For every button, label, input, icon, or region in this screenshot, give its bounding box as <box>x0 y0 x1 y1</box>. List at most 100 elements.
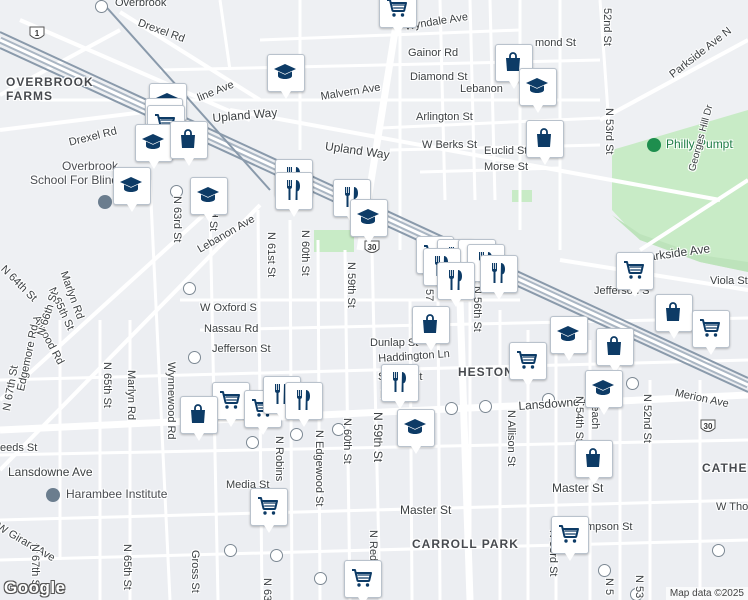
street-label: N 61st St <box>265 232 277 278</box>
transit-stop-icon[interactable] <box>270 549 283 562</box>
shopping-bag-marker[interactable] <box>655 294 693 340</box>
street-label: Morse St <box>484 161 529 173</box>
street-label: eeds St <box>0 442 38 454</box>
shopping-cart-marker[interactable] <box>379 0 417 36</box>
street-label: Diamond St <box>410 71 468 83</box>
shopping-cart-marker[interactable] <box>509 342 547 388</box>
education-icon <box>592 380 614 395</box>
education-icon <box>274 64 296 79</box>
area-label-cathe: CATHE <box>702 461 748 475</box>
shopping-cart-marker[interactable] <box>616 252 654 298</box>
education-marker[interactable] <box>550 316 588 362</box>
poi-label-overbrook-school[interactable]: Overbrook School For Blind <box>30 159 118 188</box>
street-label: N 59th St <box>371 412 385 463</box>
park-area <box>314 230 354 252</box>
transit-stop-icon[interactable] <box>246 436 259 449</box>
shopping-bag-icon <box>191 404 205 423</box>
route-shield: 1 <box>29 26 45 42</box>
restaurant-marker[interactable] <box>275 172 313 218</box>
street-label: N 5 <box>603 578 615 596</box>
route-shield: 30 <box>700 419 716 435</box>
street-label: Marlyn Rd <box>125 370 137 421</box>
restaurant-marker[interactable] <box>285 382 323 428</box>
education-marker[interactable] <box>519 68 557 114</box>
shopping-cart-marker[interactable] <box>692 310 730 356</box>
restaurant-marker[interactable] <box>480 255 518 301</box>
restaurant-icon <box>492 263 505 283</box>
shopping-bag-marker[interactable] <box>596 328 634 374</box>
shopping-cart-icon <box>559 525 579 543</box>
shopping-cart-icon <box>220 391 240 409</box>
street-label: N 63rd St <box>171 196 183 243</box>
map-attribution[interactable]: Map data ©2025 <box>665 587 748 600</box>
transit-stop-icon[interactable] <box>598 564 611 577</box>
education-icon <box>357 209 379 224</box>
shopping-cart-marker[interactable] <box>551 516 589 562</box>
street-label: N 52nd St <box>641 394 653 443</box>
shopping-bag-icon <box>666 302 680 321</box>
street-label: N 60th St <box>341 418 353 464</box>
shopping-bag-icon <box>537 128 551 147</box>
transit-stop-icon[interactable] <box>314 572 327 585</box>
restaurant-marker[interactable] <box>381 364 419 410</box>
transit-stop-icon[interactable] <box>626 377 639 390</box>
transit-stop-icon[interactable] <box>290 428 303 441</box>
street-label: W Oxford S <box>200 302 257 314</box>
poi-label-harambee-institute[interactable]: Harambee Institute <box>66 487 167 502</box>
transit-stop-icon[interactable] <box>445 402 458 415</box>
shopping-cart-icon <box>352 569 372 587</box>
shopping-bag-marker[interactable] <box>412 306 450 352</box>
street-label: Nassau Rd <box>204 323 259 335</box>
shopping-bag-marker[interactable] <box>180 396 218 442</box>
institute-poi-icon[interactable] <box>46 488 60 502</box>
street-label: N 65th St <box>121 544 133 590</box>
school-poi-icon[interactable] <box>98 195 112 209</box>
park-poi-icon[interactable] <box>647 138 661 152</box>
street-label: N 60th St <box>299 230 311 276</box>
education-icon <box>197 187 219 202</box>
shopping-cart-marker[interactable] <box>344 560 382 600</box>
map-canvas[interactable]: 1 30 30 OVERBROOK FARMS HESTON CARROLL P… <box>0 0 748 600</box>
shopping-cart-icon <box>387 0 407 17</box>
transit-stop-icon[interactable] <box>712 544 725 557</box>
street-label: N Edgewood St <box>313 430 325 507</box>
education-marker[interactable] <box>585 370 623 416</box>
shopping-bag-icon <box>181 129 195 148</box>
street-label: N 54th St <box>573 396 585 442</box>
education-marker[interactable] <box>135 124 173 170</box>
transit-stop-icon[interactable] <box>183 282 196 295</box>
street-label: N Robins <box>273 436 285 482</box>
shopping-cart-icon <box>700 319 720 337</box>
street-label: N 63 <box>261 578 273 600</box>
education-marker[interactable] <box>350 199 388 245</box>
shopping-bag-marker[interactable] <box>575 440 613 486</box>
shopping-cart-marker[interactable] <box>250 488 288 534</box>
street-label: Gross St <box>189 550 201 593</box>
transit-stop-icon[interactable] <box>95 0 108 13</box>
area-label-heston: HESTON <box>458 365 514 379</box>
education-marker[interactable] <box>190 177 228 223</box>
google-logo: Google <box>4 578 66 597</box>
street-label: Arlington St <box>416 111 473 123</box>
street-label: N 53 <box>633 575 645 599</box>
street-label: Overbrook <box>115 0 167 9</box>
street-label: Lansdowne Ave <box>8 465 93 479</box>
restaurant-marker[interactable] <box>437 262 475 308</box>
restaurant-icon <box>287 180 300 200</box>
street-label: N Allison St <box>505 410 517 467</box>
transit-stop-icon[interactable] <box>224 544 237 557</box>
street-label: mpson St <box>586 521 633 533</box>
shopping-bag-marker[interactable] <box>526 120 564 166</box>
transit-stop-icon[interactable] <box>188 351 201 364</box>
street-label: N Red <box>367 530 379 562</box>
education-marker[interactable] <box>267 54 305 100</box>
shopping-bag-icon <box>423 314 437 333</box>
street-label: 52nd St <box>601 8 613 46</box>
transit-stop-icon[interactable] <box>479 400 492 413</box>
shopping-bag-marker[interactable] <box>170 121 208 167</box>
education-marker[interactable] <box>397 409 435 455</box>
education-marker[interactable] <box>113 167 151 213</box>
street-label: Jefferson St <box>212 343 271 355</box>
street-label: Euclid St <box>484 145 528 157</box>
education-icon <box>142 134 164 149</box>
